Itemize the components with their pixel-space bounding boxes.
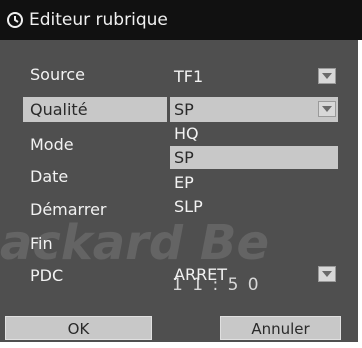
- clock-icon: [6, 11, 24, 29]
- chevron-down-icon[interactable]: [318, 68, 336, 84]
- pdc-select[interactable]: ARRET: [170, 262, 338, 287]
- label-start: Démarrer: [30, 200, 107, 219]
- label-quality: Qualité: [23, 97, 167, 122]
- quality-option-sp[interactable]: SP: [170, 146, 338, 169]
- label-mode: Mode: [30, 135, 74, 154]
- title-bar: Editeur rubrique: [0, 0, 362, 40]
- quality-option-ep[interactable]: EP: [170, 171, 338, 194]
- chevron-down-icon[interactable]: [318, 266, 336, 282]
- label-pdc: PDC: [30, 266, 64, 285]
- quality-value: SP: [174, 100, 194, 119]
- pdc-value: ARRET: [174, 265, 228, 284]
- chevron-down-icon[interactable]: [318, 101, 336, 117]
- source-select[interactable]: TF1: [170, 64, 338, 89]
- cancel-button[interactable]: Annuler: [220, 316, 341, 340]
- quality-option-slp[interactable]: SLP: [170, 195, 338, 218]
- label-end: Fin: [30, 234, 53, 253]
- ok-button[interactable]: OK: [5, 316, 152, 340]
- dialog-title: Editeur rubrique: [29, 10, 168, 30]
- edit-panel: ackard Be Source TF1 Qualité SP Mode Dat…: [0, 40, 362, 342]
- label-source: Source: [30, 65, 85, 84]
- source-value: TF1: [174, 67, 204, 86]
- quality-option-hq[interactable]: HQ: [170, 122, 338, 145]
- quality-dropdown: HQ SP EP SLP: [170, 122, 338, 224]
- label-date: Date: [30, 167, 69, 186]
- quality-select[interactable]: SP: [170, 97, 338, 122]
